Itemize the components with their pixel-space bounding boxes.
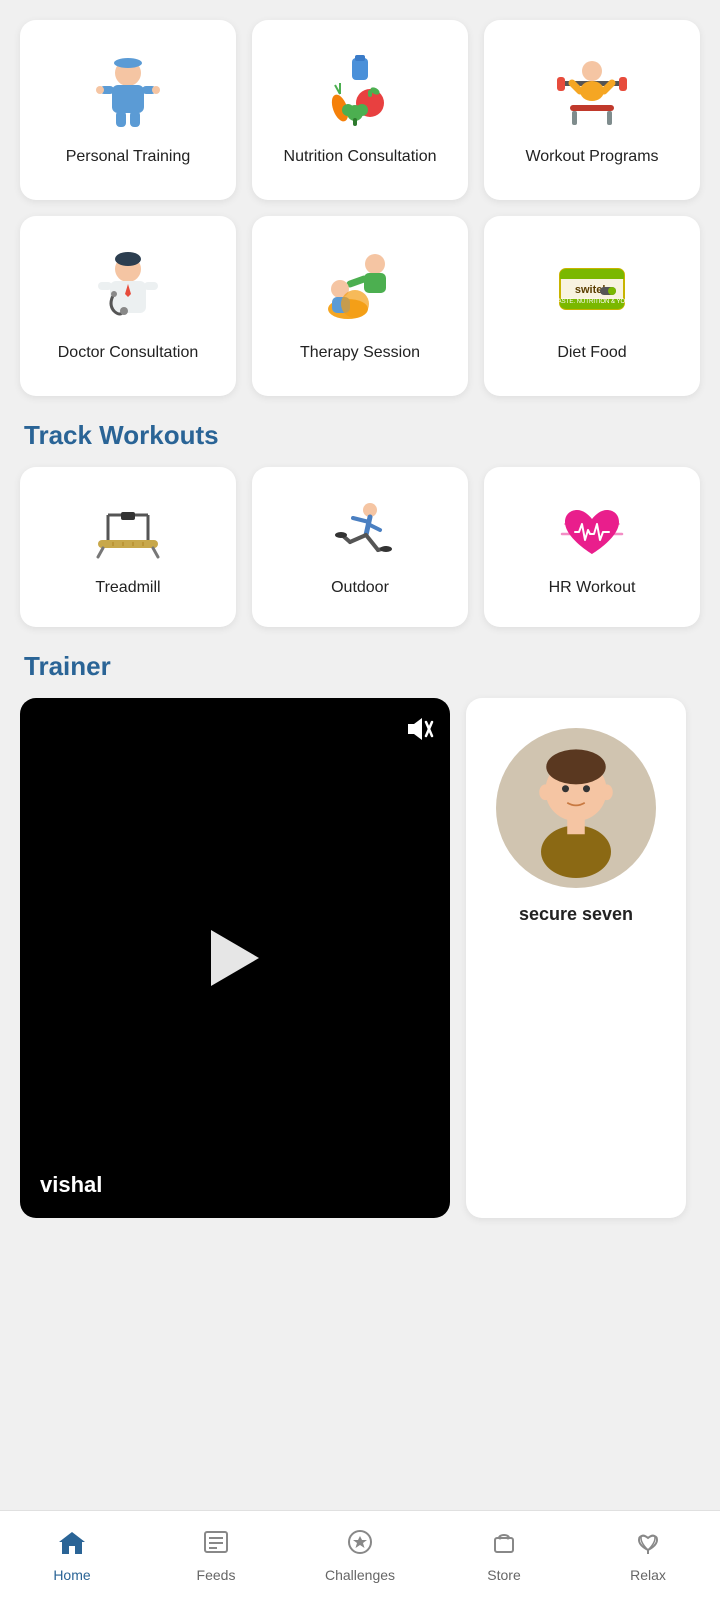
trainer-profile-name: secure seven xyxy=(507,904,645,925)
main-content: Personal Training xyxy=(0,0,720,1318)
play-button[interactable] xyxy=(211,930,259,986)
nav-relax[interactable]: Relax xyxy=(576,1511,720,1600)
personal-training-icon xyxy=(88,53,168,133)
bottom-nav: Home Feeds Challenges xyxy=(0,1510,720,1600)
outdoor-icon xyxy=(320,497,400,567)
workout-card-treadmill[interactable]: Treadmill xyxy=(20,467,236,627)
workout-icon xyxy=(552,53,632,133)
store-nav-label: Store xyxy=(487,1567,520,1583)
service-card-nutrition[interactable]: Nutrition Consultation xyxy=(252,20,468,200)
diet-icon: switeh TASTE. NUTRITION & YOU xyxy=(552,249,632,329)
store-icon xyxy=(489,1528,519,1563)
nav-store[interactable]: Store xyxy=(432,1511,576,1600)
service-card-doctor[interactable]: Doctor Consultation xyxy=(20,216,236,396)
doctor-icon xyxy=(88,249,168,329)
workout-card-hr[interactable]: HR Workout xyxy=(484,467,700,627)
feeds-nav-label: Feeds xyxy=(197,1567,236,1583)
trainer-cards: vishal xyxy=(20,698,700,1218)
therapy-icon xyxy=(320,249,400,329)
personal-training-label: Personal Training xyxy=(66,147,191,168)
nav-feeds[interactable]: Feeds xyxy=(144,1511,288,1600)
services-row-1: Personal Training xyxy=(20,20,700,200)
trainer-video-card[interactable]: vishal xyxy=(20,698,450,1218)
nutrition-icon xyxy=(320,53,400,133)
hr-icon xyxy=(552,497,632,567)
relax-icon xyxy=(633,1528,663,1563)
relax-nav-label: Relax xyxy=(630,1567,666,1583)
trainer-title: Trainer xyxy=(24,651,700,682)
outdoor-label: Outdoor xyxy=(331,579,389,597)
mute-icon[interactable] xyxy=(404,714,434,751)
trainer-avatar xyxy=(496,728,656,888)
nav-challenges[interactable]: Challenges xyxy=(288,1511,432,1600)
home-nav-label: Home xyxy=(53,1567,90,1583)
service-card-diet[interactable]: switeh TASTE. NUTRITION & YOU Diet Food xyxy=(484,216,700,396)
nutrition-label: Nutrition Consultation xyxy=(284,147,437,168)
treadmill-icon xyxy=(88,497,168,567)
service-card-workout[interactable]: Workout Programs xyxy=(484,20,700,200)
hr-label: HR Workout xyxy=(549,579,636,597)
service-card-therapy[interactable]: Therapy Session xyxy=(252,216,468,396)
svg-text:TASTE. NUTRITION & YOU: TASTE. NUTRITION & YOU xyxy=(554,299,629,305)
nav-home[interactable]: Home xyxy=(0,1511,144,1600)
trainer-video-name: vishal xyxy=(40,1172,102,1198)
home-icon xyxy=(57,1528,87,1563)
challenges-nav-label: Challenges xyxy=(325,1567,395,1583)
feeds-icon xyxy=(201,1528,231,1563)
trainer-section: Trainer vishal xyxy=(20,651,700,1218)
track-workouts-section: Track Workouts xyxy=(20,420,700,627)
doctor-label: Doctor Consultation xyxy=(58,343,199,364)
track-workouts-title: Track Workouts xyxy=(24,420,700,451)
workouts-grid: Treadmill xyxy=(20,467,700,627)
therapy-label: Therapy Session xyxy=(300,343,420,364)
challenges-icon xyxy=(345,1528,375,1563)
service-card-personal-training[interactable]: Personal Training xyxy=(20,20,236,200)
workout-label: Workout Programs xyxy=(525,147,658,168)
workout-card-outdoor[interactable]: Outdoor xyxy=(252,467,468,627)
diet-label: Diet Food xyxy=(557,343,626,364)
trainer-profile-card[interactable]: secure seven xyxy=(466,698,686,1218)
services-row-2: Doctor Consultation xyxy=(20,216,700,396)
treadmill-label: Treadmill xyxy=(95,579,160,597)
